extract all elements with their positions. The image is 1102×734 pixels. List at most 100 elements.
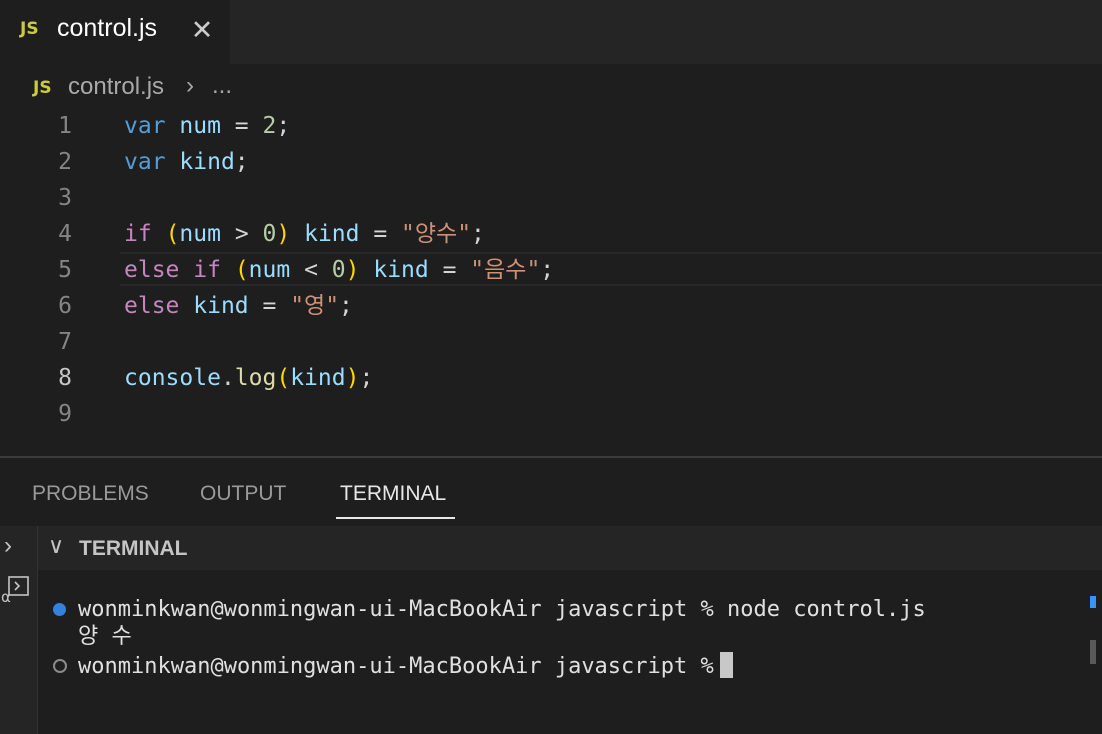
command-pending-decoration-icon[interactable] — [53, 659, 67, 673]
line-number: 1 — [58, 113, 72, 139]
code-token: log — [234, 365, 277, 391]
line-number: 8 — [58, 365, 72, 391]
code-token: else — [124, 293, 180, 319]
code-token: ; — [540, 257, 555, 283]
code-line[interactable]: 4 if (num > 0) kind = "양수"; — [0, 216, 1102, 252]
breadcrumb-more[interactable]: ... — [212, 72, 232, 100]
editor-tab-control-js[interactable]: JS control.js ✕ — [0, 0, 230, 64]
code-token: ) — [345, 365, 360, 391]
code-token: num — [179, 113, 221, 139]
code-token: ( — [276, 365, 291, 391]
terminal-prompt: wonminkwan@wonmingwan-ui-MacBookAir java… — [78, 654, 714, 679]
breadcrumb: JS control.js › ... — [0, 68, 1102, 108]
code-token: kind — [290, 365, 346, 391]
code-token: kind — [179, 149, 235, 175]
code-token: var — [124, 113, 166, 139]
terminal-side-strip: › α — [0, 526, 38, 734]
tab-output[interactable]: OUTPUT — [200, 482, 286, 506]
tab-terminal[interactable]: TERMINAL — [340, 482, 446, 506]
code-token: ; — [276, 113, 291, 139]
line-number: 5 — [58, 257, 72, 283]
code-line[interactable]: 1 var num = 2; — [0, 108, 1102, 144]
code-token: ) — [345, 257, 360, 283]
code-token: = — [359, 221, 402, 247]
code-text: var kind; — [124, 144, 249, 180]
code-text: var num = 2; — [124, 108, 290, 144]
terminal-header-title: TERMINAL — [79, 537, 188, 560]
code-token: "영" — [290, 293, 340, 319]
code-token: 2 — [262, 113, 277, 139]
code-token: 0 — [262, 221, 277, 247]
code-token: = — [248, 293, 291, 319]
code-token: 0 — [331, 257, 346, 283]
code-token: ; — [359, 365, 374, 391]
svg-text:α: α — [1, 588, 11, 604]
scrollbar-marker — [1090, 596, 1096, 608]
code-token: var — [124, 149, 166, 175]
code-token: if — [193, 257, 221, 283]
chevron-right-icon: › — [186, 72, 194, 99]
code-token: ; — [234, 149, 249, 175]
terminal-prompt-line[interactable]: wonminkwan@wonmingwan-ui-MacBookAir java… — [78, 652, 733, 681]
code-token: > — [220, 221, 263, 247]
chevron-right-icon[interactable]: › — [4, 532, 12, 560]
scrollbar-thumb[interactable] — [1090, 640, 1096, 664]
line-number: 4 — [58, 221, 72, 247]
code-token: kind — [304, 221, 360, 247]
line-number: 9 — [58, 401, 72, 427]
command-success-decoration-icon[interactable] — [53, 603, 66, 616]
line-number: 2 — [58, 149, 72, 175]
code-text: else kind = "영"; — [124, 288, 353, 324]
code-line[interactable]: 8 console.log(kind); — [0, 360, 1102, 396]
line-number: 6 — [58, 293, 72, 319]
terminal-section-header[interactable]: ∨ TERMINAL — [38, 526, 1102, 570]
terminal-command-line: wonminkwan@wonmingwan-ui-MacBookAir java… — [78, 597, 926, 622]
code-line[interactable]: 3 — [0, 180, 1102, 216]
terminal-area: › α ∨ TERMINAL wonminkwan@wonmingwan-ui-… — [0, 526, 1102, 734]
code-token: kind — [373, 257, 429, 283]
tab-problems[interactable]: PROBLEMS — [32, 482, 149, 506]
close-icon[interactable]: ✕ — [187, 12, 217, 48]
code-token: "음수" — [470, 257, 541, 283]
code-token: kind — [193, 293, 249, 319]
code-token: . — [220, 365, 235, 391]
code-line[interactable]: 5 else if (num < 0) kind = "음수"; — [0, 252, 1102, 288]
code-line[interactable]: 6 else kind = "영"; — [0, 288, 1102, 324]
code-token: console — [124, 365, 221, 391]
javascript-file-icon: JS — [20, 19, 39, 39]
code-token: < — [290, 257, 332, 283]
code-token: num — [248, 257, 291, 283]
code-text: console.log(kind); — [124, 360, 373, 396]
code-token: ) — [276, 221, 291, 247]
code-token: ; — [471, 221, 485, 247]
javascript-file-icon: JS — [33, 78, 52, 98]
code-line[interactable]: 9 — [0, 396, 1102, 432]
code-token: ( — [165, 221, 180, 247]
tab-title: control.js — [57, 14, 158, 42]
code-line[interactable]: 2 var kind; — [0, 144, 1102, 180]
editor-tab-bar: JS control.js ✕ — [0, 0, 1102, 64]
code-token: ( — [234, 257, 249, 283]
code-line[interactable]: 7 — [0, 324, 1102, 360]
code-token: num — [179, 221, 221, 247]
line-number: 3 — [58, 185, 72, 211]
panel-tab-bar: PROBLEMS OUTPUT TERMINAL — [0, 458, 1102, 526]
code-token: = — [220, 113, 263, 139]
code-token: if — [124, 221, 152, 247]
code-token: = — [428, 257, 471, 283]
terminal-cursor — [719, 652, 733, 678]
terminal-launch-icon[interactable]: α — [1, 574, 31, 604]
chevron-down-icon: ∨ — [48, 533, 65, 558]
line-number: 7 — [58, 329, 72, 355]
breadcrumb-file[interactable]: control.js — [68, 73, 164, 101]
code-text: if (num > 0) kind = "양수"; — [124, 216, 485, 252]
code-text: else if (num < 0) kind = "음수"; — [124, 252, 554, 288]
